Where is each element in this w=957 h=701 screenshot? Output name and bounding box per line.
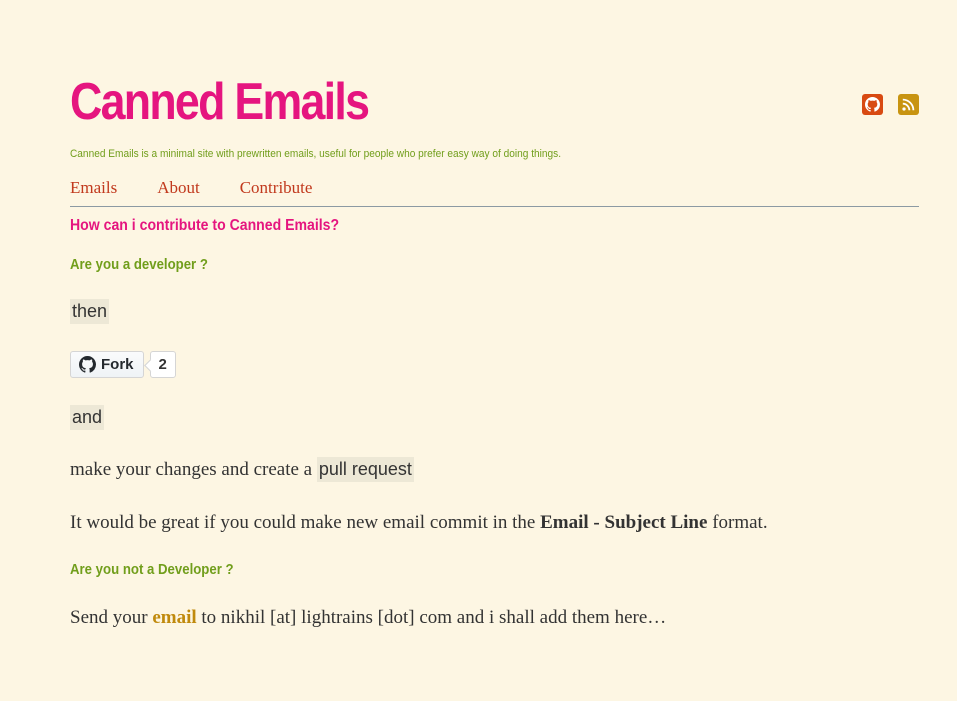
- send-paragraph: Send your email to nikhil [at] lightrain…: [70, 607, 666, 629]
- changes-text: make your changes and create a: [70, 459, 313, 480]
- github-octocat-icon: [79, 356, 96, 373]
- commit-text: It would be great if you could make new …: [70, 512, 536, 533]
- then-text: then: [70, 299, 110, 324]
- header-divider: [70, 206, 919, 207]
- nav-item-contribute[interactable]: Contribute: [240, 178, 313, 198]
- main-nav: Emails About Contribute: [70, 178, 312, 198]
- nav-item-about[interactable]: About: [157, 178, 200, 198]
- site-tagline: Canned Emails is a minimal site with pre…: [70, 148, 562, 160]
- and-text: and: [70, 405, 105, 430]
- github-fork-widget: Fork 2: [70, 351, 176, 378]
- fork-count[interactable]: 2: [149, 351, 176, 378]
- page-heading: How can i contribute to Canned Emails?: [70, 217, 340, 234]
- and-code: and: [70, 405, 105, 430]
- commit-format: Email - Subject Line: [540, 512, 708, 533]
- site-title[interactable]: Canned Emails: [70, 70, 370, 134]
- then-code: then: [70, 299, 110, 324]
- commit-paragraph: It would be great if you could make new …: [70, 512, 768, 534]
- email-link[interactable]: email: [152, 607, 196, 628]
- fork-label: Fork: [101, 356, 134, 373]
- pull-request-code: pull request: [316, 457, 414, 482]
- developer-heading: Are you a developer ?: [70, 256, 208, 273]
- fork-button[interactable]: Fork: [70, 351, 144, 378]
- non-developer-heading: Are you not a Developer ?: [70, 561, 234, 578]
- commit-suffix: format.: [712, 512, 768, 533]
- changes-paragraph: make your changes and create a pull requ…: [70, 457, 414, 482]
- send-text: Send your: [70, 607, 148, 628]
- github-icon[interactable]: [862, 94, 883, 115]
- nav-item-emails[interactable]: Emails: [70, 178, 117, 198]
- social-icons: [862, 94, 919, 115]
- send-suffix: to nikhil [at] lightrains [dot] com and …: [201, 607, 667, 628]
- rss-icon[interactable]: [898, 94, 919, 115]
